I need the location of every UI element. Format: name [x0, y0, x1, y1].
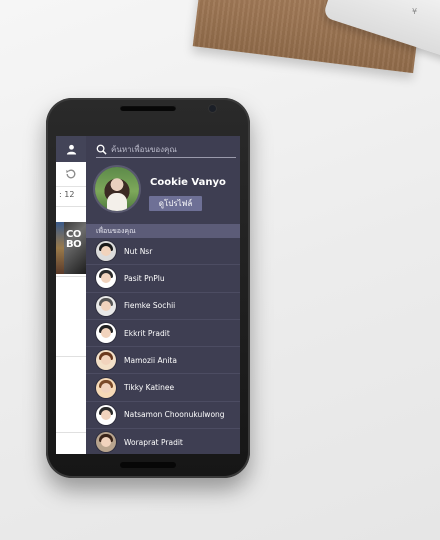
- phone-screen: : 12 CO BO ค้นหาเพื่อนของคุณ Cookie Vany…: [56, 136, 240, 454]
- strip-thumbnail-text: CO BO: [66, 229, 82, 250]
- background-device-mark: ¥: [412, 7, 418, 16]
- friend-avatar: [96, 268, 116, 289]
- user-icon: [66, 144, 76, 155]
- phone-camera: [209, 105, 216, 112]
- friend-avatar: [96, 323, 116, 344]
- strip-time-text: : 12: [59, 190, 75, 199]
- friend-name: Nut Nsr: [124, 246, 153, 256]
- view-profile-button[interactable]: ดูโปรไฟล์: [149, 196, 202, 211]
- friend-avatar: [96, 432, 116, 453]
- friend-item[interactable]: Woraprat Pradit: [86, 429, 240, 454]
- friend-list: Nut Nsr Pasit PnPlu Fiemke Sochii Ekkrit…: [86, 238, 240, 454]
- friends-header-label: เพื่อนของคุณ: [96, 226, 136, 235]
- friend-item[interactable]: Nut Nsr: [86, 238, 240, 266]
- profile-avatar[interactable]: [95, 167, 139, 211]
- friend-avatar: [96, 404, 116, 425]
- strip-divider: [56, 432, 86, 433]
- friend-avatar: [96, 377, 116, 398]
- search-placeholder: ค้นหาเพื่อนของคุณ: [111, 145, 177, 154]
- strip-thumbnail[interactable]: CO BO: [56, 222, 86, 274]
- friend-item[interactable]: Mamozii Anita: [86, 347, 240, 375]
- friend-name: Mamozii Anita: [124, 355, 177, 365]
- strip-divider: [56, 356, 86, 357]
- friends-drawer: ค้นหาเพื่อนของคุณ Cookie Vanyo ดูโปรไฟล์…: [86, 136, 240, 454]
- strip-history-button[interactable]: [56, 162, 86, 187]
- friend-item[interactable]: Natsamon Choonukulwong: [86, 402, 240, 430]
- friend-name: Pasit PnPlu: [124, 273, 165, 283]
- phone-speaker-bottom: [120, 462, 176, 468]
- phone-speaker-top: [120, 105, 176, 111]
- search-icon: [96, 144, 107, 155]
- friend-search-input[interactable]: ค้นหาเพื่อนของคุณ: [96, 142, 236, 158]
- friend-item[interactable]: Tikky Katinee: [86, 374, 240, 402]
- friend-avatar: [96, 350, 116, 371]
- friend-item[interactable]: Fiemke Sochii: [86, 293, 240, 320]
- strip-divider: [56, 276, 86, 277]
- friend-item[interactable]: Pasit PnPlu: [86, 265, 240, 293]
- friend-name: Natsamon Choonukulwong: [124, 410, 225, 420]
- friends-section-header: เพื่อนของคุณ: [86, 224, 240, 238]
- friend-avatar: [96, 241, 116, 262]
- friend-item[interactable]: Ekkrit Pradit: [86, 320, 240, 348]
- friend-name: Ekkrit Pradit: [124, 328, 170, 338]
- phone: : 12 CO BO ค้นหาเพื่อนของคุณ Cookie Vany…: [46, 98, 250, 478]
- strip-thumbnail-stripe: [56, 222, 64, 274]
- friend-name: Woraprat Pradit: [124, 437, 183, 447]
- strip-profile-tab[interactable]: [56, 136, 86, 162]
- friend-name: Fiemke Sochii: [124, 301, 176, 311]
- strip-divider: [56, 206, 86, 207]
- profile-name: Cookie Vanyo: [150, 177, 226, 188]
- friend-avatar: [96, 295, 116, 316]
- friend-name: Tikky Katinee: [124, 383, 175, 393]
- history-icon: [66, 169, 76, 179]
